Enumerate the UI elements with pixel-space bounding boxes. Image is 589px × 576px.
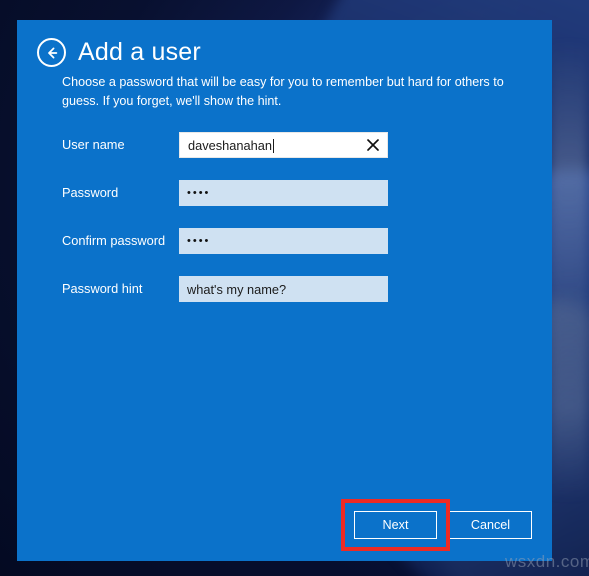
add-user-form: User name daveshanahan Password •••• Con… bbox=[62, 132, 442, 324]
dialog-footer: Next Cancel bbox=[341, 499, 532, 551]
field-row-username: User name daveshanahan bbox=[62, 132, 442, 158]
field-row-password: Password •••• bbox=[62, 180, 442, 206]
label-password-hint: Password hint bbox=[62, 280, 143, 296]
desktop-background: Add a user Choose a password that will b… bbox=[0, 0, 589, 576]
label-password: Password bbox=[62, 184, 119, 200]
next-button[interactable]: Next bbox=[354, 511, 437, 539]
cancel-button[interactable]: Cancel bbox=[449, 511, 532, 539]
site-watermark: wsxdn.com bbox=[505, 552, 589, 571]
label-confirm-password: Confirm password bbox=[62, 232, 166, 248]
username-input[interactable]: daveshanahan bbox=[179, 132, 388, 158]
username-value: daveshanahan bbox=[188, 137, 272, 153]
password-value: •••• bbox=[187, 187, 211, 199]
password-input[interactable]: •••• bbox=[179, 180, 388, 206]
close-x-icon[interactable] bbox=[364, 136, 382, 154]
next-button-group: Next bbox=[341, 499, 450, 551]
confirm-password-value: •••• bbox=[187, 235, 211, 247]
dialog-description: Choose a password that will be easy for … bbox=[62, 75, 504, 108]
text-caret bbox=[272, 139, 274, 153]
password-hint-value: what's my name? bbox=[187, 281, 287, 297]
back-arrow-icon[interactable] bbox=[37, 38, 66, 67]
field-row-password-hint: Password hint what's my name? bbox=[62, 276, 442, 302]
add-user-dialog: Add a user Choose a password that will b… bbox=[17, 20, 552, 561]
wallpaper-sheen bbox=[551, 40, 587, 500]
field-row-confirm-password: Confirm password •••• bbox=[62, 228, 442, 254]
page-title: Add a user bbox=[78, 38, 201, 66]
confirm-password-input[interactable]: •••• bbox=[179, 228, 388, 254]
dialog-header: Add a user bbox=[37, 38, 201, 67]
password-hint-input[interactable]: what's my name? bbox=[179, 276, 388, 302]
label-username: User name bbox=[62, 136, 125, 152]
